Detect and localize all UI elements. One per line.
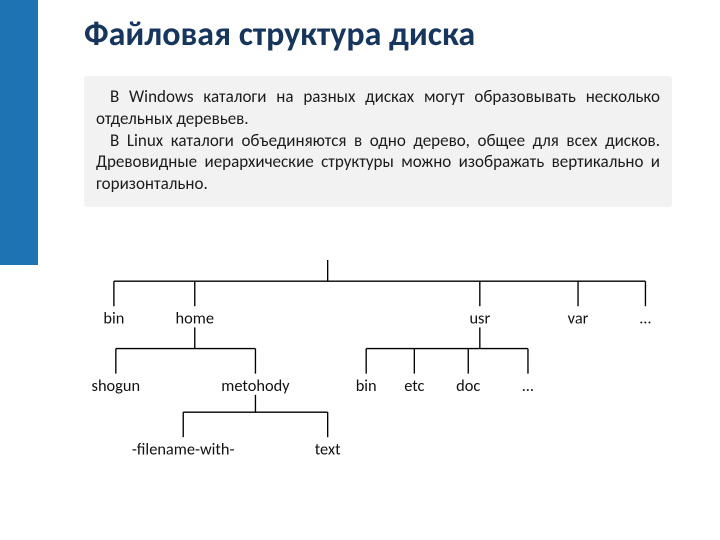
node-text: text <box>315 440 341 460</box>
node-doc: doc <box>456 376 480 396</box>
node-l1-more: … <box>640 309 651 329</box>
node-shogun: shogun <box>92 376 141 396</box>
node-usr-more: … <box>522 376 533 396</box>
node-usr-bin: bin <box>356 376 377 396</box>
node-bin: bin <box>103 309 124 329</box>
node-metohody: metohody <box>221 376 290 396</box>
paragraph-windows: В Windows каталоги на разных дисках могу… <box>96 86 660 130</box>
file-tree-diagram: bin home usr var … shogun metohody bin e… <box>46 260 696 520</box>
slide: Файловая структура диска В Windows катал… <box>0 0 720 540</box>
node-etc: etc <box>404 376 424 396</box>
explanation-box: В Windows каталоги на разных дисках могу… <box>84 76 672 207</box>
node-usr: usr <box>469 309 490 329</box>
node-home: home <box>176 309 214 329</box>
page-title: Файловая структура диска <box>84 14 475 55</box>
sidebar-accent <box>0 0 38 265</box>
node-var: var <box>568 309 589 329</box>
node-filename: -filename-with- <box>132 440 235 460</box>
paragraph-linux: В Linux каталоги объединяются в одно дер… <box>96 130 660 195</box>
